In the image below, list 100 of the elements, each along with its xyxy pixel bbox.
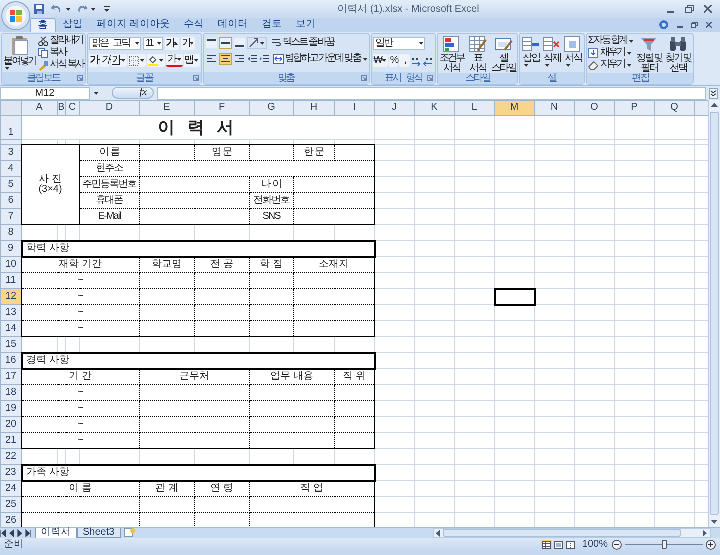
- ribbon-button[interactable]: Σ 자동 합계: [588, 35, 634, 47]
- expand-icon[interactable]: [709, 88, 718, 98]
- align-button[interactable]: [204, 53, 218, 65]
- border-button[interactable]: [128, 54, 146, 67]
- selected-cell[interactable]: [494, 288, 534, 304]
- restore-icon[interactable]: [691, 22, 698, 28]
- column-header[interactable]: H: [294, 100, 334, 116]
- ribbon-tab[interactable]: 보기: [288, 18, 323, 32]
- column-header[interactable]: A: [22, 100, 58, 116]
- ribbon-tab[interactable]: 페이지 레이아웃: [90, 18, 177, 32]
- column-header[interactable]: C: [66, 100, 80, 116]
- row-header[interactable]: 20: [0, 416, 22, 432]
- row-header[interactable]: 16: [0, 352, 22, 368]
- slider-thumb[interactable]: [662, 540, 667, 549]
- column-header[interactable]: O: [574, 100, 614, 116]
- orientation-button[interactable]: [246, 37, 267, 49]
- row-header[interactable]: 1: [0, 116, 22, 140]
- next-sheet-icon[interactable]: [16, 529, 24, 538]
- row-header[interactable]: 8: [0, 224, 22, 240]
- currency-button[interactable]: ₩: [372, 54, 388, 67]
- ribbon-tab[interactable]: 데이터: [210, 18, 255, 32]
- normal-view-icon[interactable]: [541, 540, 552, 550]
- align-button[interactable]: [232, 37, 246, 49]
- column-header[interactable]: I: [334, 100, 374, 116]
- row-header[interactable]: 19: [0, 400, 22, 416]
- ribbon-button[interactable]: 붙여넣기: [3, 35, 37, 70]
- row-header[interactable]: 26: [0, 512, 22, 527]
- horizontal-scrollbar[interactable]: [432, 528, 711, 538]
- comma-button[interactable]: ,: [399, 54, 410, 67]
- font-color-button[interactable]: 가: [166, 54, 183, 67]
- ribbon-button[interactable]: 삽입: [521, 35, 542, 67]
- row-header[interactable]: 22: [0, 448, 22, 464]
- launcher-icon[interactable]: [427, 75, 434, 82]
- last-sheet-icon[interactable]: [24, 529, 32, 538]
- font-size-field[interactable]: 11: [142, 37, 163, 50]
- insert-sheet-icon[interactable]: [122, 528, 137, 538]
- row-header[interactable]: 9: [0, 240, 22, 256]
- font-name-field[interactable]: 맑은 고딕: [88, 37, 141, 50]
- ribbon-button[interactable]: 채우기: [588, 47, 634, 59]
- column-header[interactable]: J: [374, 100, 414, 116]
- row-header[interactable]: 17: [0, 368, 22, 384]
- row-header[interactable]: 6: [0, 192, 22, 208]
- row-header[interactable]: 5: [0, 176, 22, 192]
- italic-button[interactable]: 가: [100, 54, 110, 67]
- row-header[interactable]: 21: [0, 432, 22, 448]
- column-header[interactable]: G: [250, 100, 294, 116]
- sheet-tab[interactable]: 이력서: [35, 528, 77, 539]
- page-layout-icon[interactable]: [553, 540, 564, 550]
- row-header[interactable]: 24: [0, 480, 22, 496]
- row-header[interactable]: 11: [0, 272, 22, 288]
- column-header[interactable]: F: [194, 100, 250, 116]
- shrink-font-button[interactable]: 가: [180, 37, 196, 50]
- column-header[interactable]: D: [80, 100, 140, 116]
- number-format-field[interactable]: 일반: [372, 37, 425, 50]
- row-header[interactable]: 18: [0, 384, 22, 400]
- ribbon-button[interactable]: 서식: [563, 35, 584, 67]
- row-header[interactable]: 13: [0, 304, 22, 320]
- underline-button[interactable]: 가: [111, 54, 128, 67]
- formula-field[interactable]: [157, 86, 706, 100]
- merge-center-button[interactable]: 병합하고 가운데 맞춤: [272, 53, 368, 65]
- launcher-icon[interactable]: [360, 75, 367, 82]
- align-button[interactable]: [204, 37, 218, 49]
- phonetic-button[interactable]: 맵: [184, 54, 200, 67]
- insert-function-button[interactable]: fx: [112, 87, 154, 99]
- customize-icon[interactable]: [104, 6, 110, 12]
- column-header[interactable]: L: [454, 100, 494, 116]
- undo-icon[interactable]: [51, 4, 63, 14]
- ribbon-tab[interactable]: 검토: [254, 18, 289, 32]
- sheet-tab[interactable]: Sheet3: [77, 528, 121, 538]
- grow-font-button[interactable]: 가: [164, 37, 179, 50]
- row-header[interactable]: 10: [0, 256, 22, 272]
- close-icon[interactable]: [704, 5, 712, 13]
- ribbon-button[interactable]: 잘라내기: [38, 35, 84, 47]
- row-header[interactable]: 12: [0, 288, 22, 304]
- column-header[interactable]: E: [140, 100, 194, 116]
- fill-color-button[interactable]: [147, 54, 166, 67]
- redo-icon[interactable]: [76, 4, 88, 14]
- ribbon-button[interactable]: 지우기: [588, 59, 634, 71]
- ribbon-tab[interactable]: 삽입: [56, 18, 90, 32]
- ribbon-button[interactable]: 삭제: [542, 35, 562, 67]
- row-header[interactable]: 14: [0, 320, 22, 336]
- page-break-icon[interactable]: [565, 540, 576, 550]
- column-header[interactable]: Q: [654, 100, 694, 116]
- row-header[interactable]: 23: [0, 464, 22, 480]
- first-sheet-icon[interactable]: [0, 529, 8, 538]
- ribbon-button[interactable]: 서식 복사: [38, 59, 84, 71]
- wrap-text-button[interactable]: 텍스트 줄 바꿈: [270, 37, 334, 49]
- bold-button[interactable]: 가: [88, 54, 99, 67]
- ribbon-button[interactable]: 복사: [38, 47, 84, 59]
- row-header[interactable]: 4: [0, 160, 22, 176]
- row-header[interactable]: 3: [0, 144, 22, 160]
- zoom-out-icon[interactable]: [612, 540, 622, 550]
- launcher-icon[interactable]: [192, 75, 199, 82]
- ribbon-tab[interactable]: 홈: [30, 18, 56, 32]
- column-header[interactable]: M: [494, 100, 534, 116]
- help-icon[interactable]: [659, 20, 669, 30]
- align-button[interactable]: [218, 37, 232, 49]
- row-header[interactable]: 25: [0, 496, 22, 512]
- launcher-icon[interactable]: [76, 75, 83, 82]
- previous-sheet-icon[interactable]: [8, 529, 16, 538]
